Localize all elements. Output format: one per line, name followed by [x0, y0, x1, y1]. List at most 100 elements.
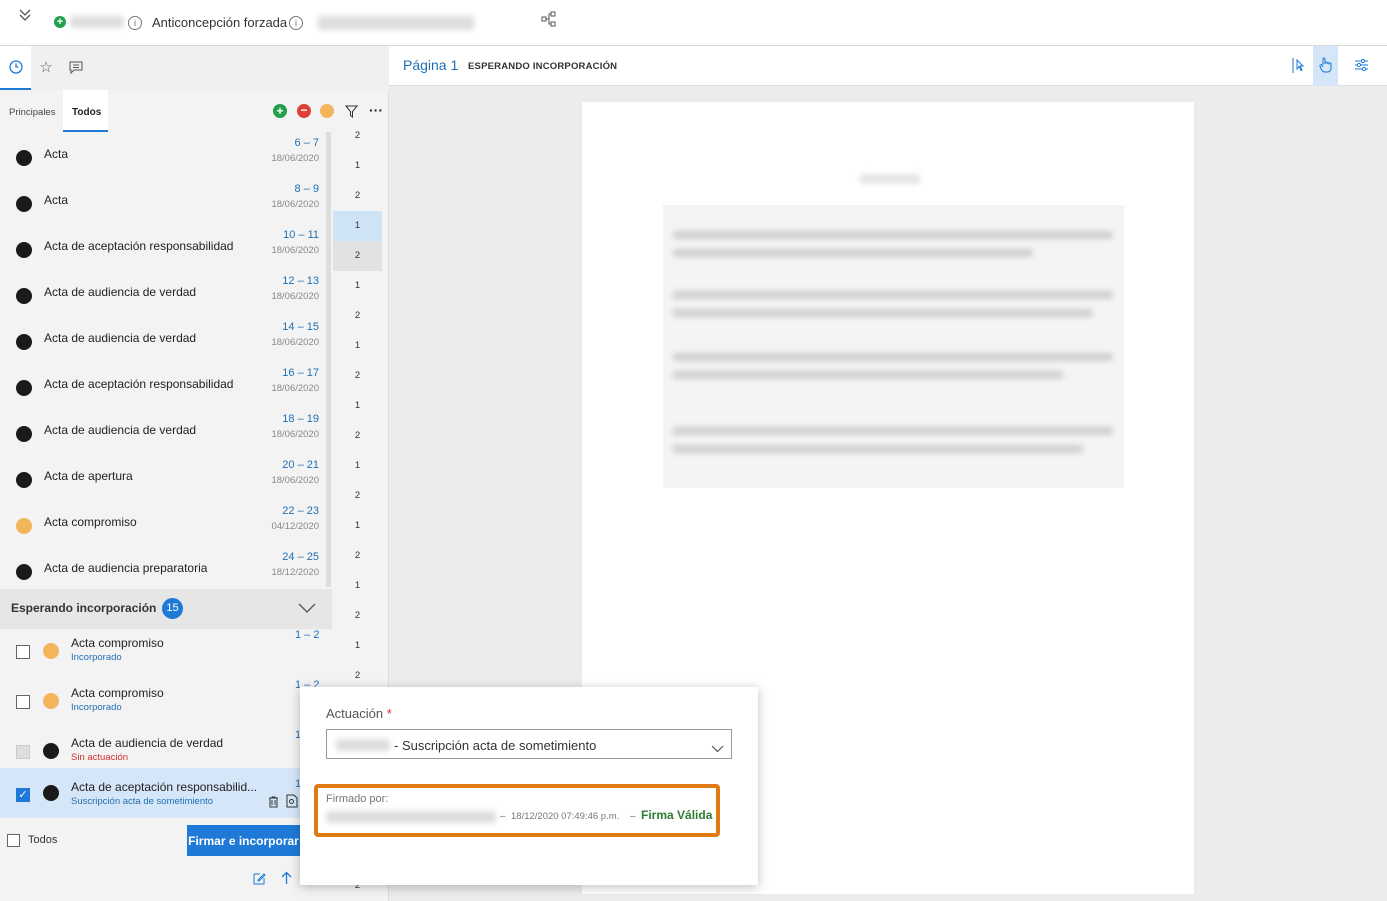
redacted-line: [673, 445, 1083, 453]
list-item[interactable]: Acta de audiencia preparatoria 24 – 25 1…: [0, 551, 332, 589]
page-range[interactable]: 16 – 17: [282, 367, 319, 379]
list-item[interactable]: Acta 6 – 7 18/06/2020: [0, 137, 332, 183]
collapse-chevron-icon[interactable]: [14, 4, 36, 26]
page-number[interactable]: 1: [333, 391, 382, 421]
row-checkbox-checked[interactable]: ✓: [16, 788, 30, 802]
list-item[interactable]: Acta compromiso 22 – 23 04/12/2020: [0, 505, 332, 551]
pending-item[interactable]: Acta compromiso Incorporado 1 – 2: [0, 679, 332, 729]
document-status: Suscripción acta de sometimiento: [71, 796, 214, 807]
page-number[interactable]: 1: [333, 511, 382, 541]
page-range[interactable]: 22 – 23: [282, 505, 319, 517]
page-range[interactable]: 24 – 25: [282, 551, 319, 563]
comment-icon[interactable]: [65, 56, 87, 78]
row-checkbox-disabled: [16, 745, 30, 759]
scrollbar-thumb[interactable]: [326, 132, 331, 587]
hierarchy-icon[interactable]: [539, 9, 559, 29]
more-options-icon[interactable]: ···: [369, 102, 383, 118]
page-number[interactable]: 1: [333, 571, 382, 601]
list-item[interactable]: Acta de aceptación responsabilidad 10 – …: [0, 229, 332, 275]
page-range[interactable]: 14 – 15: [282, 321, 319, 333]
list-item[interactable]: Acta de audiencia de verdad 18 – 19 18/0…: [0, 413, 332, 459]
tab-todos[interactable]: Todos: [63, 90, 108, 132]
page-number[interactable]: 2: [333, 301, 382, 331]
page-number[interactable]: 2: [333, 181, 382, 211]
pending-item-selected[interactable]: ✓ Acta de aceptación responsabilid... Su…: [0, 768, 332, 818]
page-number[interactable]: 1: [333, 271, 382, 301]
preview-document-icon[interactable]: [286, 794, 298, 813]
settings-sliders-icon[interactable]: [1354, 58, 1369, 77]
page-number[interactable]: 1: [333, 331, 382, 361]
page-range[interactable]: 6 – 7: [295, 137, 319, 149]
list-item[interactable]: Acta de apertura 20 – 21 18/06/2020: [0, 459, 332, 505]
page-number[interactable]: 2: [333, 481, 382, 511]
page-number[interactable]: 2: [333, 421, 382, 451]
list-item[interactable]: Acta 8 – 9 18/06/2020: [0, 183, 332, 229]
page-range[interactable]: 8 – 9: [295, 183, 319, 195]
case-number-redacted: [70, 16, 124, 28]
document-date: 18/06/2020: [271, 153, 319, 164]
document-name: Acta de aceptación responsabilidad: [44, 377, 234, 391]
document-date: 18/06/2020: [271, 291, 319, 302]
section-esperando-incorporacion[interactable]: Esperando incorporación 15: [0, 589, 332, 629]
hand-tool-icon[interactable]: [1313, 46, 1338, 86]
chevron-down-icon[interactable]: [298, 601, 316, 619]
page-number[interactable]: 2: [333, 241, 382, 271]
page-number[interactable]: 1: [333, 451, 382, 481]
upload-icon[interactable]: [281, 871, 292, 890]
list-item[interactable]: Acta de aceptación responsabilidad 16 – …: [0, 367, 332, 413]
stamp-icon: [16, 288, 32, 304]
gavel-filter-icon[interactable]: [320, 104, 334, 118]
document-date: 18/06/2020: [271, 245, 319, 256]
row-checkbox[interactable]: [16, 645, 30, 659]
stamp-icon: [16, 242, 32, 258]
page-number[interactable]: 2: [333, 601, 382, 631]
star-icon[interactable]: ☆: [35, 56, 57, 78]
select-code-redacted: [336, 739, 390, 751]
page-label: Página 1: [403, 57, 459, 73]
document-name: Acta de aceptación responsabilidad: [44, 239, 234, 253]
page-number[interactable]: 1: [333, 631, 382, 661]
page-number[interactable]: 1: [333, 211, 382, 241]
remove-icon[interactable]: −: [297, 104, 311, 118]
edit-icon[interactable]: [253, 872, 266, 890]
document-name: Acta: [44, 147, 69, 161]
page-number[interactable]: 1: [333, 151, 382, 181]
list-item[interactable]: Acta de audiencia de verdad 14 – 15 18/0…: [0, 321, 332, 367]
actuacion-select[interactable]: - Suscripción acta de sometimiento: [326, 729, 732, 759]
top-bar: + i Anticoncepción forzada i: [0, 0, 1387, 46]
document-name: Acta de aceptación responsabilid...: [71, 780, 258, 794]
chevron-down-icon: [711, 740, 724, 758]
page-range[interactable]: 10 – 11: [283, 229, 319, 241]
select-all-label: Todos: [28, 834, 58, 846]
page-number[interactable]: 2: [333, 121, 382, 151]
page-range[interactable]: 20 – 21: [282, 459, 319, 471]
add-filter-icon[interactable]: +: [273, 104, 287, 118]
separator: –: [630, 811, 636, 822]
add-icon[interactable]: +: [54, 16, 66, 28]
text-cursor-icon[interactable]: [1292, 57, 1306, 79]
tab-principales[interactable]: Principales: [9, 107, 55, 118]
stamp-icon: [43, 743, 59, 759]
page-range[interactable]: 1 – 2: [295, 629, 319, 641]
page-range[interactable]: 18 – 19: [282, 413, 319, 425]
redacted-line: [673, 291, 1113, 299]
list-item[interactable]: Acta de audiencia de verdad 12 – 13 18/0…: [0, 275, 332, 321]
document-list: Acta 6 – 7 18/06/2020 Acta 8 – 9 18/06/2…: [0, 132, 332, 589]
select-all-checkbox[interactable]: [7, 834, 20, 847]
gavel-icon: [43, 693, 59, 709]
history-icon[interactable]: [0, 46, 31, 90]
document-status: Incorporado: [71, 652, 122, 663]
page-range[interactable]: 12 – 13: [282, 275, 319, 287]
viewer-status: ESPERANDO INCORPORACIÓN: [468, 61, 618, 72]
stamp-icon: [43, 785, 59, 801]
filter-icon[interactable]: [343, 103, 359, 119]
document-date: 04/12/2020: [271, 521, 319, 532]
info-icon[interactable]: i: [289, 16, 303, 30]
row-checkbox[interactable]: [16, 695, 30, 709]
page-number[interactable]: 2: [333, 541, 382, 571]
pending-item[interactable]: Acta compromiso Incorporado 1 – 2: [0, 629, 332, 679]
trash-icon[interactable]: [268, 795, 279, 813]
page-number[interactable]: 2: [333, 361, 382, 391]
info-icon[interactable]: i: [128, 16, 142, 30]
sign-and-incorporate-button[interactable]: Firmar e incorporar: [187, 825, 300, 856]
